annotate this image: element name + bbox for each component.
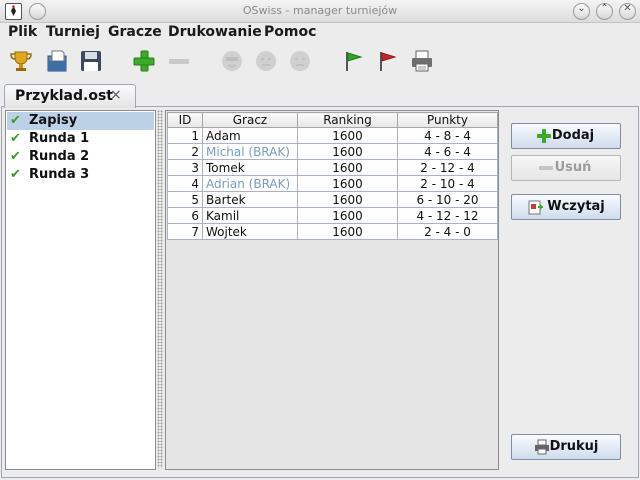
cell-id: 3	[167, 159, 203, 176]
maximize-button[interactable]: ⌃	[596, 3, 613, 20]
open-file-icon[interactable]	[44, 48, 70, 74]
cell-ranking: 1600	[297, 159, 398, 176]
face-sad-icon	[287, 48, 313, 74]
cell-ranking: 1600	[297, 175, 398, 192]
rounds-item-label: Runda 3	[29, 167, 90, 182]
cell-player: Adam	[202, 127, 298, 144]
load-players-button[interactable]: Wczytaj	[511, 194, 621, 220]
cell-points: 4 - 6 - 4	[397, 143, 498, 160]
save-icon[interactable]	[78, 48, 104, 74]
red-flag-icon[interactable]	[374, 48, 400, 74]
cell-ranking: 1600	[297, 143, 398, 160]
green-flag-icon[interactable]	[340, 48, 366, 74]
check-icon: ✔	[10, 113, 21, 128]
table-row[interactable]: 7 Wojtek 1600 2 - 4 - 0	[167, 223, 498, 240]
players-table-area: ID Gracz Ranking Punkty 1 Adam 1600 4 - …	[165, 110, 499, 470]
rounds-item-label: Zapisy	[29, 113, 78, 128]
splitter-handle[interactable]	[157, 110, 163, 468]
table-row[interactable]: 4 Adrian (BRAK) 1600 2 - 10 - 4	[167, 175, 498, 192]
menu-drukowanie[interactable]: Drukowanie	[168, 24, 262, 40]
table-row[interactable]: 2 Michal (BRAK) 1600 4 - 6 - 4	[167, 143, 498, 160]
window-title: OSwiss - manager turniejów	[242, 4, 398, 17]
tab-close-icon[interactable]: ×	[110, 87, 122, 103]
cell-player: Kamil	[202, 207, 298, 224]
cell-id: 5	[167, 191, 203, 208]
cell-points: 6 - 10 - 20	[397, 191, 498, 208]
face-neutral-icon	[253, 48, 279, 74]
remove-icon	[166, 48, 192, 74]
minimize-button[interactable]: ⌄	[573, 3, 590, 20]
cell-points: 2 - 10 - 4	[397, 175, 498, 192]
cell-id: 4	[167, 175, 203, 192]
cell-player: Wojtek	[202, 223, 298, 240]
print-label: Drukuj	[549, 439, 599, 454]
rounds-list: ✔ Zapisy ✔ Runda 1 ✔ Runda 2 ✔ Runda 3	[5, 110, 156, 470]
cell-points: 4 - 12 - 12	[397, 207, 498, 224]
cell-points: 2 - 12 - 4	[397, 159, 498, 176]
menu-pomoc[interactable]: Pomoc	[264, 24, 316, 40]
load-players-label: Wczytaj	[547, 199, 605, 214]
column-header-punkty[interactable]: Punkty	[397, 112, 498, 128]
cell-ranking: 1600	[297, 191, 398, 208]
cell-id: 1	[167, 127, 203, 144]
cell-player: Michal (BRAK)	[202, 143, 298, 160]
column-header-ranking[interactable]: Ranking	[297, 112, 398, 128]
cell-player: Tomek	[202, 159, 298, 176]
cell-player: Adrian (BRAK)	[202, 175, 298, 192]
rounds-item-runda-3[interactable]: ✔ Runda 3	[7, 166, 154, 184]
add-player-label: Dodaj	[551, 128, 595, 143]
add-icon[interactable]	[131, 48, 157, 74]
menu-turniej[interactable]: Turniej	[46, 24, 100, 40]
rounds-item-label: Runda 2	[29, 149, 90, 164]
trophy-icon[interactable]	[8, 48, 34, 74]
column-header-gracz[interactable]: Gracz	[202, 112, 298, 128]
cell-points: 4 - 8 - 4	[397, 127, 498, 144]
cell-id: 2	[167, 143, 203, 160]
cell-player: Bartek	[202, 191, 298, 208]
table-row[interactable]: 6 Kamil 1600 4 - 12 - 12	[167, 207, 498, 224]
close-button[interactable]: ✕	[619, 3, 636, 20]
players-table: ID Gracz Ranking Punkty 1 Adam 1600 4 - …	[167, 112, 498, 240]
cell-id: 6	[167, 207, 203, 224]
rounds-item-zapisy[interactable]: ✔ Zapisy	[7, 112, 154, 130]
print-button[interactable]: Drukuj	[511, 434, 621, 460]
table-row[interactable]: 5 Bartek 1600 6 - 10 - 20	[167, 191, 498, 208]
cell-points: 2 - 4 - 0	[397, 223, 498, 240]
rounds-item-runda-2[interactable]: ✔ Runda 2	[7, 148, 154, 166]
remove-player-label: Usuń	[554, 160, 592, 175]
tab-przyklad[interactable]: Przyklad.ost ×	[4, 84, 136, 108]
column-header-id[interactable]: ID	[167, 112, 203, 128]
remove-player-button[interactable]: Usuń	[511, 155, 621, 181]
cell-ranking: 1600	[297, 207, 398, 224]
tab-label: Przyklad.ost	[15, 88, 113, 104]
check-icon: ✔	[10, 131, 21, 146]
rounds-item-label: Runda 1	[29, 131, 90, 146]
cell-id: 7	[167, 223, 203, 240]
face-cool-icon	[219, 48, 245, 74]
add-player-button[interactable]: Dodaj	[511, 123, 621, 149]
menu-plik[interactable]: Plik	[8, 24, 37, 40]
check-icon: ✔	[10, 167, 21, 182]
cell-ranking: 1600	[297, 223, 398, 240]
cell-ranking: 1600	[297, 127, 398, 144]
menu-gracze[interactable]: Gracze	[108, 24, 162, 40]
table-row[interactable]: 3 Tomek 1600 2 - 12 - 4	[167, 159, 498, 176]
check-icon: ✔	[10, 149, 21, 164]
table-row[interactable]: 1 Adam 1600 4 - 8 - 4	[167, 127, 498, 144]
rounds-item-runda-1[interactable]: ✔ Runda 1	[7, 130, 154, 148]
printer-icon[interactable]	[409, 48, 435, 74]
title-bar: OSwiss - manager turniejów ⌄ ⌃ ✕	[0, 0, 640, 23]
